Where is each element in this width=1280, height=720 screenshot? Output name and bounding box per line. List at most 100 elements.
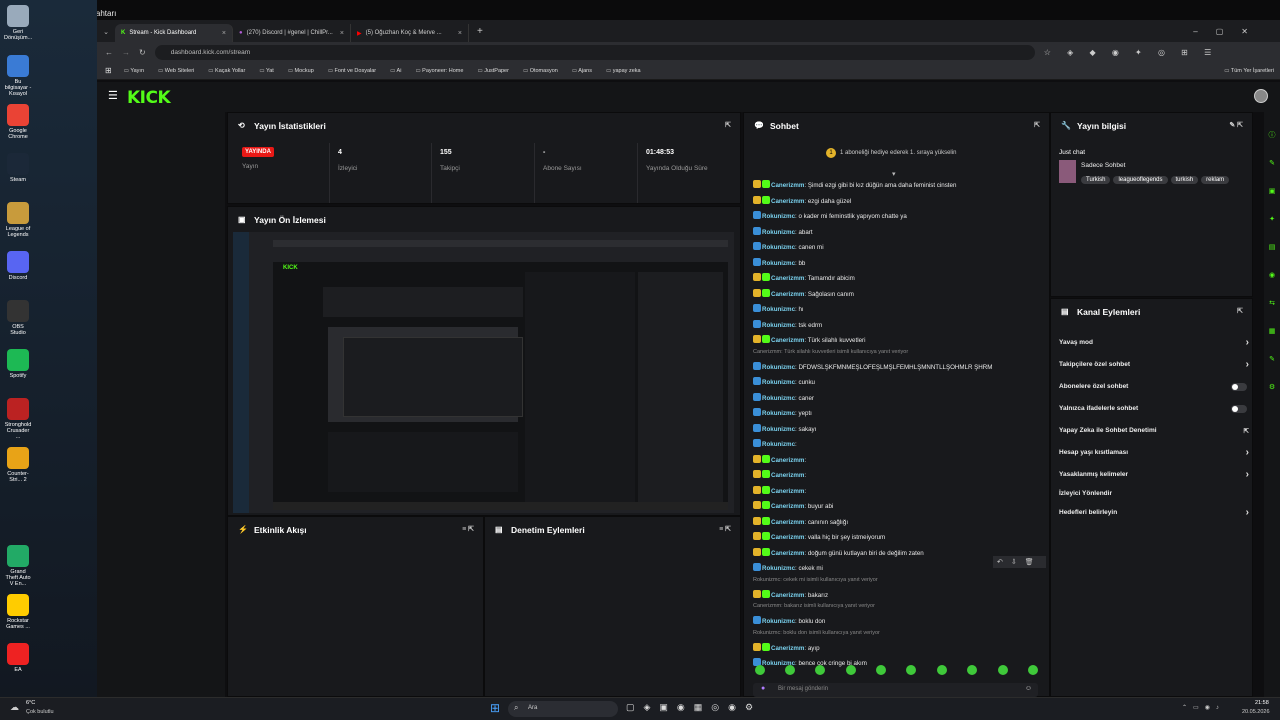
stream-tag[interactable]: turkish (1170, 176, 1199, 184)
desktop-shortcut[interactable]: Steam (4, 153, 32, 183)
desktop-shortcut[interactable]: League of Legends (4, 202, 32, 238)
channel-action[interactable]: Yapay Zeka ile Sohbet Denetimi ⇱ (1059, 427, 1249, 435)
chat-message[interactable]: Rokunizmc: yeptı (753, 408, 812, 417)
chevron-right-icon[interactable]: › (1246, 337, 1249, 348)
extensions-icon[interactable]: ☆ ◈ ◆ ◉ ✦ ◎ ⊞ ☰ (1044, 48, 1219, 57)
bookmark-item[interactable]: Ajans (572, 68, 592, 74)
chat-username[interactable]: Canerizmm (771, 645, 804, 652)
channel-action[interactable]: Yasaklanmış kelimeler › (1059, 469, 1249, 480)
channel-action[interactable]: Abonelere özel sohbet (1059, 383, 1249, 391)
bookmark-item[interactable]: Yayın (124, 68, 144, 74)
kick-logo[interactable]: KICK (127, 88, 171, 108)
tab-discord[interactable]: ● (270) Discord | #genel | ChillPr... × (233, 24, 351, 42)
new-tab-icon[interactable]: + (477, 26, 483, 37)
emote-icon[interactable] (846, 665, 856, 675)
tab-youtube[interactable]: ▶ (5) Oğuzhan Koç & Merve ... × (351, 24, 469, 42)
channel-action[interactable]: Takipçilere özel sohbet › (1059, 359, 1249, 370)
taskbar-apps-icons[interactable]: ▢◈▣◉▦◎◉⚙ (626, 702, 762, 713)
bookmark-item[interactable]: JustPaper (477, 68, 509, 74)
menu-icon[interactable]: ☰ (108, 89, 118, 102)
stream-tag[interactable]: leagueoflegends (1113, 176, 1168, 184)
chat-username[interactable]: Rokunizmc (762, 229, 795, 236)
chat-message[interactable]: Canerizmm: buyur abi (753, 501, 833, 510)
popout-icon[interactable]: ⇱ (1237, 299, 1243, 325)
chat-username[interactable]: Canerizmm (771, 534, 804, 541)
chat-message[interactable]: Canerizmm: bakarız (753, 589, 828, 599)
chat-username[interactable]: Rokunizmc (762, 379, 795, 386)
chat-message[interactable]: Rokunizmc: boklu don (753, 616, 825, 625)
desktop-shortcut[interactable]: Geri Dönüşüm... (4, 5, 32, 41)
stream-tag[interactable]: reklam (1201, 176, 1230, 184)
filter-popout-icons[interactable]: ≡ ⇱ (462, 517, 474, 543)
emote-icon[interactable] (967, 665, 977, 675)
channel-action[interactable]: Hesap yaşı kısıtlaması › (1059, 447, 1249, 458)
chat-username[interactable]: Rokunizmc (762, 364, 795, 371)
apps-icon[interactable]: ⊞ (105, 66, 112, 75)
start-icon[interactable]: ⊞ (490, 701, 500, 715)
channel-action[interactable]: Hedefleri belirleyin › (1059, 507, 1249, 518)
bookmark-item[interactable]: Otomasyon (523, 68, 558, 74)
desktop-shortcut[interactable]: Google Chrome (4, 104, 32, 140)
chat-username[interactable]: Canerizmm (771, 488, 804, 495)
toggle-switch[interactable] (1231, 383, 1247, 391)
chat-username[interactable]: Canerizmm (771, 550, 804, 557)
chat-username[interactable]: Rokunizmc (762, 260, 795, 267)
reload-icon[interactable]: ↻ (139, 48, 146, 57)
chat-message[interactable]: Canerizmm: valla hiç bir şey istmeiyorum (753, 532, 885, 541)
chat-username[interactable]: Canerizmm (771, 275, 804, 282)
tray-icons[interactable]: ⌃▭◉♪ (1182, 704, 1225, 711)
sidebar-item[interactable]: ((•))Yayın (0, 0, 1280, 9)
popout-icon[interactable]: ⇱ (1034, 113, 1040, 139)
emote-icon[interactable] (785, 665, 795, 675)
chat-message[interactable]: Rokunizmc: (753, 439, 797, 448)
chat-username[interactable]: Rokunizmc (762, 618, 795, 625)
bookmark-item[interactable]: Font ve Dosyalar (328, 68, 377, 74)
chat-username[interactable]: Canerizmm (771, 592, 804, 599)
bookmark-item[interactable]: Web Siteleri (158, 68, 195, 74)
desktop-shortcut[interactable]: Stronghold Crusader ... (4, 398, 32, 440)
chat-message[interactable]: Canerizmm: ezgi daha güzel (753, 195, 851, 205)
chat-message[interactable]: Canerizmm: Tamamdır abicim (753, 273, 855, 282)
chat-username[interactable]: Rokunizmc (762, 565, 795, 572)
desktop-shortcut[interactable]: Spotify (4, 349, 32, 379)
chat-message[interactable]: Canerizmm: Şimdi ezgi gibi bi kız düğün … (753, 180, 956, 189)
toggle-switch[interactable] (1231, 405, 1247, 413)
emote-icon[interactable] (998, 665, 1008, 675)
chat-username[interactable]: Canerizmm (771, 519, 804, 526)
chat-username[interactable]: Canerizmm (771, 291, 804, 298)
chat-username[interactable]: Canerizmm (771, 337, 804, 344)
sidebar-item[interactable]: Yayın Bağlantısı ve Anahtarı (0, 9, 1280, 18)
emote-icon[interactable] (815, 665, 825, 675)
stream-tag[interactable]: Turkish (1081, 176, 1111, 184)
chevron-right-icon[interactable]: › (1246, 359, 1249, 370)
chat-username[interactable]: Rokunizmc (762, 244, 795, 251)
rail-icons[interactable]: ⓘ ✎ ▣ ✦ ▤ ◉ ⇆ ▦ ✎ ⚙ (1267, 122, 1277, 402)
chevron-right-icon[interactable]: › (1246, 507, 1249, 518)
emote-icon[interactable] (937, 665, 947, 675)
close-tab-icon[interactable]: × (458, 30, 462, 37)
emote-icon[interactable] (755, 665, 765, 675)
chat-message[interactable]: Canerizmm: Sağolasın canım (753, 288, 854, 298)
chat-username[interactable]: Rokunizmc (762, 306, 795, 313)
tab-search-icon[interactable]: ⌄ (97, 28, 115, 36)
close-tab-icon[interactable]: × (222, 30, 226, 37)
chat-username[interactable]: Rokunizmc (762, 322, 795, 329)
desktop-shortcut[interactable]: EA (4, 643, 32, 673)
chat-username[interactable]: Rokunizmc (762, 441, 795, 448)
chat-username[interactable]: Rokunizmc (762, 426, 795, 433)
chevron-down-icon[interactable]: ▾ (892, 170, 896, 178)
chat-message[interactable]: Canerizmm: ayıp (753, 642, 820, 652)
chat-message[interactable]: Canerizmm: Türk silahlı kuvvetleri (753, 335, 865, 344)
chevron-right-icon[interactable]: › (1246, 447, 1249, 458)
channel-action[interactable]: İzleyici Yönlendir (1059, 490, 1249, 497)
desktop-shortcut[interactable]: Grand Theft Auto V En... (4, 545, 32, 587)
avatar[interactable] (1254, 89, 1268, 103)
emote-icon[interactable] (1028, 665, 1038, 675)
chat-message[interactable]: Rokunizmc: abart (753, 226, 813, 236)
pinned-message[interactable]: 1 1 aboneliği hediye ederek 1. sıraya yük… (826, 148, 956, 158)
desktop-shortcut[interactable]: Counter-Stri... 2 (4, 447, 32, 483)
chat-message[interactable]: Canerizmm: canının sağlığı (753, 516, 848, 526)
url-input[interactable]: dashboard.kick.com/stream (154, 44, 1035, 60)
chat-message[interactable]: Rokunizmc: cekek mi (753, 563, 823, 572)
bookmark-item[interactable]: Payoneer: Home (415, 68, 463, 74)
